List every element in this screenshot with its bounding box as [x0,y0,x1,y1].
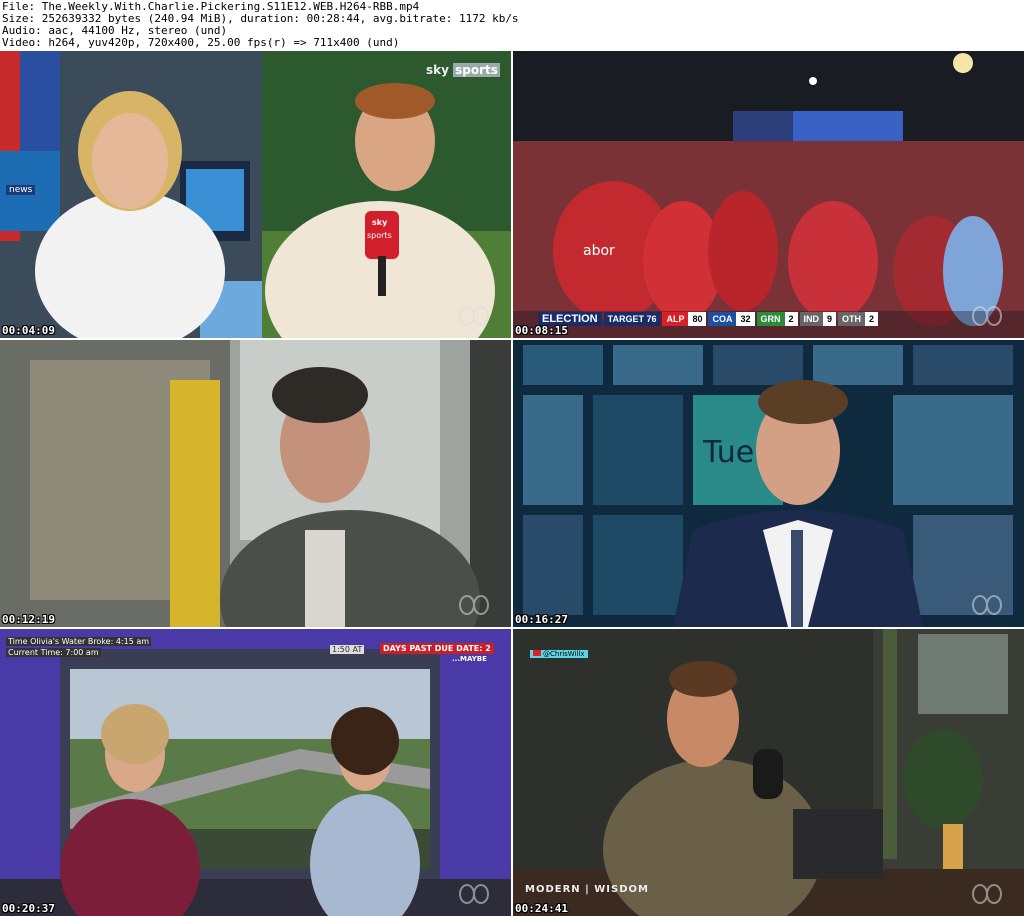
seat-count: 32 [736,311,755,326]
abc-watermark-icon [972,306,1002,326]
election-results-bar: ELECTION TARGET 76 ALP 80 COA 32 GRN 2 IND 9 OTH… [538,311,879,326]
scene-podcast [513,629,1024,916]
sports-logo-text: sports [453,63,500,77]
seat-count: 80 [688,311,707,326]
timestamp: 00:12:19 [2,613,55,626]
thumbnail-tile: abor ELECTION TARGET 76 ALP 80 COA 32 GRN 2 IN… [513,51,1024,338]
maybe-text: ...MAYBE [452,655,487,663]
clock-text: 1:50 AT [330,645,365,654]
sky-logo-text: sky [426,63,449,77]
video-info-line: Video: h264, yuv420p, 720x400, 25.00 fps… [2,36,400,49]
sky-sports-logo: sky sports [426,63,500,77]
timestamp: 00:04:09 [2,324,55,337]
abc-watermark-icon [459,884,489,904]
handle-badge: @ChrisWillx [530,650,588,658]
seat-count: 9 [823,311,837,326]
party-label: OTH [838,311,866,326]
current-time-caption: Current Time: 7:00 am [6,648,101,657]
thumbnail-tile: 00:12:19 [0,340,511,627]
water-broke-caption: Time Olivia's Water Broke: 4:15 am [6,637,152,646]
thumbnail-tile: Tue 00:16:27 [513,340,1024,627]
seat-count: 2 [865,311,879,326]
timestamp: 00:16:27 [515,613,568,626]
mic-flag-sports: sports [367,231,392,240]
scene-morning-tv [0,629,511,916]
handle-text: @ChrisWillx [543,650,585,658]
target-label: TARGET 76 [603,311,661,326]
thumbnail-tile: @ChrisWillx MODERN | WISDOM 00:24:41 [513,629,1024,916]
mic-flag-sky: sky [372,218,388,227]
youtube-icon [533,650,541,656]
party-label: IND [799,311,824,326]
timestamp: 00:20:37 [2,902,55,915]
party-label: COA [708,311,737,326]
shirt-text: abor [583,243,615,259]
timestamp: 00:24:41 [515,902,568,915]
news-badge: news [6,185,36,195]
abc-watermark-icon [459,595,489,615]
thumbnail-grid: sky sports news sky sports 00:04:09 abor… [0,51,1024,916]
scene-interview-guest [0,340,511,627]
party-label: ALP [662,311,689,326]
abc-watermark-icon [972,595,1002,615]
party-label: GRN [756,311,785,326]
timestamp: 00:08:15 [515,324,568,337]
seat-count: 2 [784,311,798,326]
brand-text: MODERN | WISDOM [525,884,649,895]
scene-election-crowd [513,51,1024,338]
file-info-header: File: The.Weekly.With.Charlie.Pickering.… [0,0,1024,50]
abc-watermark-icon [972,884,1002,904]
scene-studio-host [513,340,1024,627]
screen-text: Tue [703,435,755,470]
thumbnail-tile: Time Olivia's Water Broke: 4:15 am Curre… [0,629,511,916]
days-past-due-banner: DAYS PAST DUE DATE: 2 [380,643,494,654]
thumbnail-tile: sky sports news sky sports 00:04:09 [0,51,511,338]
abc-watermark-icon [459,306,489,326]
scene-news-studio [0,51,511,338]
